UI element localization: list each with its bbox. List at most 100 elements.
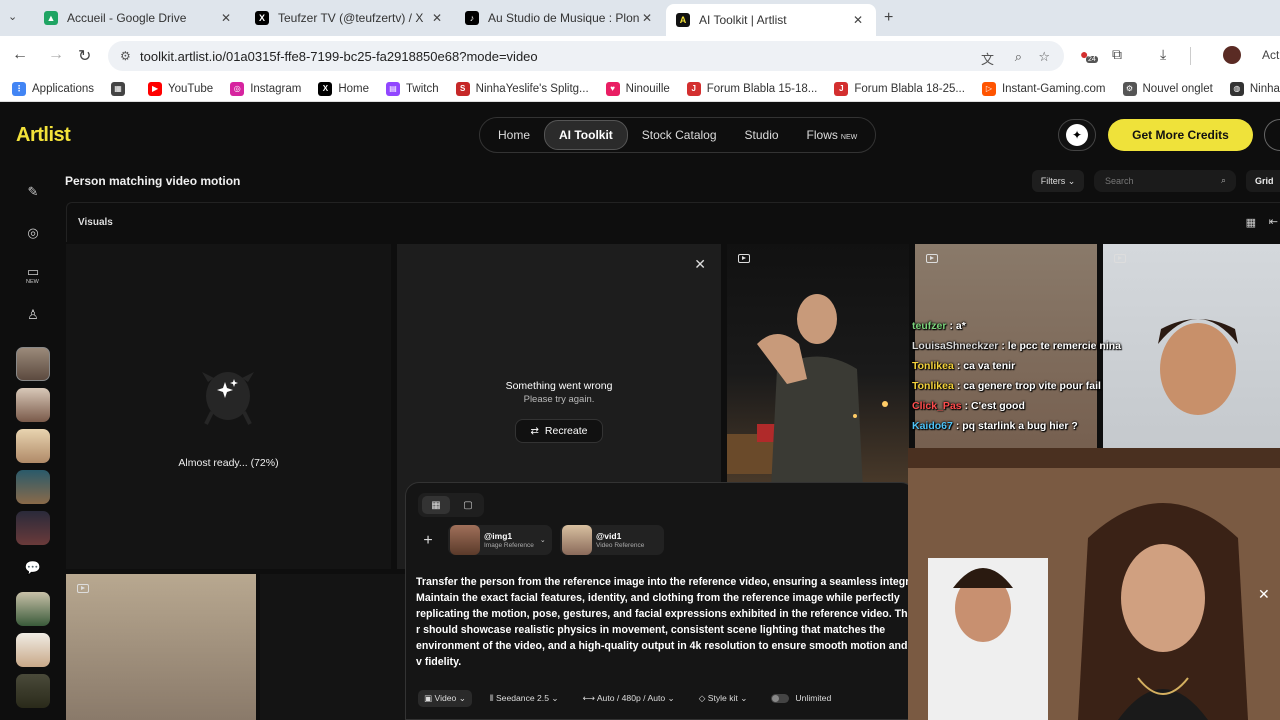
bookmark-home-x[interactable]: X Home <box>318 81 369 96</box>
reference-thumbnail <box>450 525 480 555</box>
bookmark-instant-gaming[interactable]: ▷ Instant-Gaming.com <box>981 81 1106 96</box>
recreate-button[interactable]: ⇄ Recreate <box>515 419 603 443</box>
download-icon[interactable]: ⤓ <box>1160 46 1166 63</box>
add-reference-plus-icon[interactable]: + <box>418 531 438 551</box>
chrome-menu-label[interactable]: Acti <box>1262 48 1280 62</box>
chat-username: Kaido67 <box>912 420 953 432</box>
tab-teufzer-x[interactable]: X Teufzer TV (@teufzertv) / X ✕ <box>245 4 455 32</box>
artlist-icon: A <box>676 13 690 27</box>
stream-chat: teufzer: a* LouisaShneckzer: le pcc te r… <box>912 316 1121 436</box>
new-tab-plus-icon[interactable]: + <box>884 9 893 27</box>
character-thumb[interactable] <box>16 470 50 504</box>
tab-search-chevron-icon[interactable]: ⌄ <box>8 10 26 26</box>
grid-view-button[interactable]: Grid <box>1246 170 1280 192</box>
bookmark-youtube[interactable]: ▶ YouTube <box>148 81 213 96</box>
apps-grid-icon: ⋮ <box>12 81 26 96</box>
close-overlay-icon[interactable]: ✕ <box>1258 586 1270 603</box>
bookmark-star-icon[interactable]: ☆ <box>1038 49 1050 65</box>
composer-mode-toggle: ▦ ▢ <box>418 493 484 517</box>
video-icon <box>738 254 750 263</box>
video-card-placeholder[interactable] <box>260 574 410 720</box>
extensions-puzzle-icon[interactable]: ⧉ <box>1112 46 1122 63</box>
toolbar-divider <box>1190 47 1191 65</box>
video-card-room[interactable] <box>66 574 256 720</box>
character-thumb[interactable] <box>16 674 50 708</box>
close-tab-icon[interactable]: ✕ <box>850 13 866 27</box>
forward-arrow-icon[interactable]: → <box>48 46 64 64</box>
close-tab-icon[interactable]: ✕ <box>639 11 655 25</box>
search-input[interactable]: Search ⌕ <box>1094 170 1236 192</box>
video-icon <box>77 584 89 593</box>
reload-icon[interactable]: ↻ <box>78 46 91 66</box>
translate-icon[interactable]: 文 <box>981 49 994 68</box>
bookmark-forum-18-25[interactable]: J Forum Blabla 18-25... <box>834 81 965 96</box>
user-icon[interactable]: ♙ <box>24 307 42 325</box>
tab-google-drive[interactable]: ▲ Accueil - Google Drive ✕ <box>34 4 244 32</box>
compass-icon[interactable]: ◎ <box>24 225 42 243</box>
close-tab-icon[interactable]: ✕ <box>218 11 234 25</box>
tab-artlist[interactable]: A AI Toolkit | Artlist ✕ <box>666 4 876 36</box>
back-arrow-icon[interactable]: ← <box>12 46 28 64</box>
collapse-panel-icon[interactable]: ⇤ <box>1269 215 1278 228</box>
chat-text: : le pcc te remercie nina <box>1001 340 1122 352</box>
character-thumb[interactable] <box>16 388 50 422</box>
close-icon[interactable]: ✕ <box>694 256 706 273</box>
chat-message: LouisaShneckzer: le pcc te remercie nina <box>912 336 1121 356</box>
prompt-textarea[interactable]: Transfer the person from the reference i… <box>416 574 916 670</box>
character-thumb[interactable] <box>16 633 50 667</box>
generating-card[interactable]: Almost ready... (72%) <box>66 244 391 569</box>
twitch-icon: ▤ <box>386 81 401 96</box>
url-text: toolkit.artlist.io/01a0315f-ffe8-7199-bc… <box>140 48 538 64</box>
chat-bubble-icon[interactable]: 💬 <box>24 560 42 578</box>
bookmark-instagram[interactable]: ◎ Instagram <box>230 81 301 96</box>
reference-text: @vid1 Video Reference <box>596 531 644 550</box>
bookmark-ninha-predictions[interactable]: ◍ Ninha Predictions <box>1229 81 1280 96</box>
generation-options-bar: ▣ Video ⌄ ⫴ Seedance 2.5 ⌄ ⟷ Auto / 480p… <box>418 688 855 708</box>
grid-layout-icon[interactable]: ▦ <box>1246 216 1256 229</box>
bookmark-splits[interactable]: S NinhaYeslife's Splitg... <box>455 81 589 96</box>
model-select[interactable]: ⫴ Seedance 2.5 ⌄ <box>490 693 559 704</box>
mode-select[interactable]: ▣ Video ⌄ <box>418 689 472 707</box>
character-thumb[interactable] <box>16 429 50 463</box>
bookmark-ninouille[interactable]: ♥ Ninouille <box>605 81 670 96</box>
address-bar[interactable]: ⚙ toolkit.artlist.io/01a0315f-ffe8-7199-… <box>108 41 1064 71</box>
nav-home[interactable]: Home <box>484 121 544 149</box>
image-reference-chip[interactable]: @img1 Image Reference ⌄ <box>448 525 552 555</box>
format-select[interactable]: ⟷ Auto / 480p / Auto ⌄ <box>583 693 675 704</box>
ai-spark-button[interactable]: ✦ <box>1058 119 1096 151</box>
bookmark-forum-15-18[interactable]: J Forum Blabla 15-18... <box>686 81 817 96</box>
dashboard-icon: ▦ <box>111 81 126 96</box>
filters-dropdown[interactable]: Filters ⌄ <box>1032 170 1084 192</box>
artlist-logo[interactable]: Artlist <box>16 124 71 147</box>
style-kit-label: Style kit <box>707 692 738 703</box>
style-kit-button[interactable]: ◇ Style kit ⌄ <box>699 693 748 704</box>
character-thumb[interactable] <box>16 592 50 626</box>
get-more-credits-button[interactable]: Get More Credits <box>1108 119 1253 151</box>
zoom-icon[interactable]: ⌕ <box>1015 49 1022 65</box>
visuals-header: Visuals ▦ ⇤ <box>66 202 1280 242</box>
bookmark-nouvel-onglet[interactable]: ⚙ Nouvel onglet <box>1122 81 1213 96</box>
profile-avatar[interactable] <box>1223 46 1241 64</box>
site-info-icon[interactable]: ⚙ <box>120 49 131 63</box>
nav-stock-catalog[interactable]: Stock Catalog <box>628 121 731 149</box>
character-thumb[interactable] <box>16 347 50 381</box>
bookmark-twitch[interactable]: ▤ Twitch <box>386 81 439 96</box>
nav-flows[interactable]: Flows NEW <box>793 121 872 149</box>
video-reference-chip[interactable]: @vid1 Video Reference <box>560 525 664 555</box>
unlimited-toggle[interactable]: Unlimited <box>771 693 831 704</box>
nav-ai-toolkit[interactable]: AI Toolkit <box>544 120 628 150</box>
tab-tiktok[interactable]: ♪ Au Studio de Musique : Plonge... ✕ <box>455 4 665 32</box>
chat-mode-icon[interactable]: ▢ <box>456 496 480 514</box>
character-thumb[interactable] <box>16 511 50 545</box>
format-label: Auto / 480p / Auto <box>596 692 666 703</box>
page-title: Person matching video motion <box>65 174 241 188</box>
account-button[interactable] <box>1264 119 1280 151</box>
nav-studio[interactable]: Studio <box>731 121 793 149</box>
grid-mode-icon[interactable]: ▦ <box>422 496 450 514</box>
bookmark-applications[interactable]: ⋮ Applications <box>12 81 94 96</box>
tab-title: Accueil - Google Drive <box>67 11 187 25</box>
chat-username: Tonlikea <box>912 380 954 392</box>
close-tab-icon[interactable]: ✕ <box>429 11 445 25</box>
bookmark-dashboard[interactable]: ▦ <box>111 81 131 96</box>
edit-icon[interactable]: ✎ <box>24 184 42 202</box>
